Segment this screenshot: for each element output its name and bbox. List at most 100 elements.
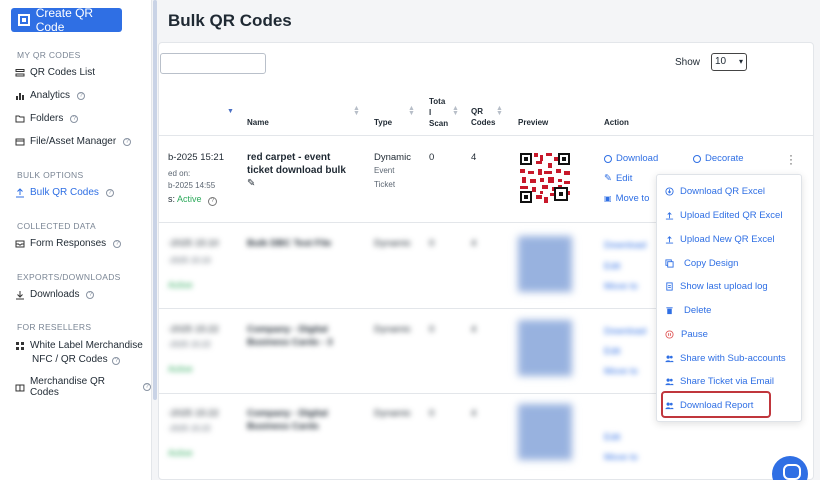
qr-codes-count: 4 xyxy=(471,238,477,249)
menu-item-label: Share Ticket via Email xyxy=(680,376,774,387)
menu-item-share-ticket-via-email[interactable]: Share Ticket via Email xyxy=(665,376,774,387)
sidebar-item-analytics[interactable]: Analytics ? xyxy=(15,90,86,101)
qr-preview-image xyxy=(518,236,572,292)
menu-item-copy-design[interactable]: Copy Design xyxy=(665,258,738,269)
sidebar-scrollbar[interactable] xyxy=(153,0,157,400)
qr-preview-image[interactable] xyxy=(518,151,572,205)
column-header-name[interactable]: Name xyxy=(247,118,269,127)
edit-button[interactable]: ✎ Edit xyxy=(604,173,632,184)
name-line: ticket download bulk xyxy=(247,165,346,176)
upload-icon xyxy=(665,212,674,220)
menu-item-show-last-upload-log[interactable]: Show last upload log xyxy=(665,281,768,292)
row-divider xyxy=(158,222,658,223)
menu-item-share-with-sub-accounts[interactable]: Share with Sub-accounts xyxy=(665,353,786,364)
folder-move-icon: ▣ xyxy=(604,194,612,203)
sidebar-item-white-label-merchandise[interactable]: White Label Merchandise NFC / QR Codes ? xyxy=(15,339,143,367)
total-scan-value: 0 xyxy=(429,152,435,163)
row-name[interactable]: Company - Digital xyxy=(247,324,328,335)
sidebar-item-bulk-qr-codes[interactable]: Bulk QR Codes ? xyxy=(15,187,114,198)
move-to-label: Move to xyxy=(615,193,650,204)
sidebar-item-form-responses[interactable]: Form Responses ? xyxy=(15,238,122,249)
search-input[interactable] xyxy=(160,53,266,74)
help-icon[interactable]: ? xyxy=(77,91,86,100)
more-options-icon[interactable]: · · · xyxy=(789,149,793,169)
row-date: -2025 15:10 xyxy=(168,238,219,249)
edit-button: Edit xyxy=(604,432,621,443)
download-button[interactable]: Download xyxy=(604,153,658,164)
help-icon[interactable]: ? xyxy=(86,290,95,299)
menu-item-label: Delete xyxy=(684,305,712,316)
row-name-line2: Business Cards xyxy=(247,421,319,432)
qr-codes-count: 4 xyxy=(471,324,477,335)
sort-icon[interactable]: ▲ ▼ xyxy=(452,105,459,117)
sort-icon[interactable]: ▲ ▼ xyxy=(496,105,503,117)
column-header-preview: Preview xyxy=(518,118,549,127)
show-label: Show xyxy=(675,57,701,68)
status-badge: Active xyxy=(168,448,193,458)
column-header-total-scan[interactable]: Tota l Scan xyxy=(429,96,448,129)
sidebar-item-label: Merchandise QR Codes xyxy=(29,376,105,398)
move-to-button[interactable]: ▣ Move to xyxy=(604,193,649,204)
help-icon[interactable]: ? xyxy=(123,137,132,146)
sort-icon[interactable]: ▲ ▼ xyxy=(408,105,415,117)
section-bulk-options: BULK OPTIONS xyxy=(17,170,84,180)
help-icon[interactable]: ? xyxy=(113,239,122,248)
users-icon xyxy=(665,355,674,363)
type-main: Dynamic xyxy=(374,408,411,419)
sort-icon[interactable]: ▲ ▼ xyxy=(353,105,360,117)
menu-item-label: Pause xyxy=(681,329,708,340)
download-icon xyxy=(665,187,674,196)
row-divider xyxy=(158,393,658,394)
section-my-qr-codes: MY QR CODES xyxy=(17,50,81,60)
download-button: Download xyxy=(604,326,647,337)
section-for-resellers: FOR RESELLERS xyxy=(17,322,92,332)
help-icon[interactable]: ? xyxy=(70,114,79,123)
menu-item-label: Share with Sub-accounts xyxy=(680,353,786,364)
page-size-select[interactable]: 10 ▾ xyxy=(711,53,747,71)
row-name[interactable]: red carpet - event ticket download bulk … xyxy=(247,151,346,190)
sidebar-item-merchandise-qr-codes[interactable]: Merchandise QR Codes ? xyxy=(15,376,151,398)
created-label: ed on: xyxy=(168,169,191,178)
edit-button: Edit xyxy=(604,346,621,357)
menu-item-label: Upload Edited QR Excel xyxy=(680,210,783,221)
sidebar-item-label: Bulk QR Codes xyxy=(30,187,99,198)
pencil-icon[interactable]: ✎ xyxy=(247,178,255,189)
help-icon[interactable]: ? xyxy=(105,188,114,197)
sidebar-item-downloads[interactable]: Downloads ? xyxy=(15,289,95,300)
palette-icon xyxy=(693,154,701,163)
row-name[interactable]: Company - Digital xyxy=(247,408,328,419)
sort-desc-icon[interactable]: ▼ xyxy=(227,108,234,115)
created-value: b-2025 14:55 xyxy=(168,181,216,190)
qr-preview-image xyxy=(518,320,572,376)
total-scan-value: 0 xyxy=(429,408,435,419)
pencil-icon: ✎ xyxy=(604,173,612,184)
column-header-qr-codes[interactable]: QR Codes xyxy=(471,106,495,128)
menu-item-pause[interactable]: Pause xyxy=(665,329,708,340)
column-header-type[interactable]: Type xyxy=(374,118,392,127)
create-qr-code-button[interactable]: Create QR Code xyxy=(11,6,122,34)
copy-icon xyxy=(665,259,674,268)
menu-item-label: Upload New QR Excel xyxy=(680,234,775,245)
status-label: s: xyxy=(168,194,176,204)
sidebar-item-file-asset-manager[interactable]: File/Asset Manager ? xyxy=(15,136,132,147)
sidebar-item-label: Folders xyxy=(30,113,64,124)
menu-item-label: Download QR Excel xyxy=(680,186,766,197)
sidebar-item-qr-codes-list[interactable]: QR Codes List xyxy=(15,67,95,78)
menu-item-delete[interactable]: Delete xyxy=(665,305,711,316)
download-button: Download xyxy=(604,240,647,251)
inbox-icon xyxy=(15,240,25,247)
help-icon[interactable]: ? xyxy=(143,383,151,391)
trash-icon xyxy=(666,307,673,315)
upload-icon xyxy=(665,236,674,244)
header-text: Scan xyxy=(429,119,449,128)
menu-item-upload-edited-qr-excel[interactable]: Upload Edited QR Excel xyxy=(665,210,782,221)
help-icon[interactable]: ? xyxy=(112,357,121,365)
help-icon[interactable]: ? xyxy=(208,197,218,206)
decorate-button[interactable]: Decorate xyxy=(693,153,744,164)
action-dropdown-menu: Download QR Excel Upload Edited QR Excel… xyxy=(656,174,802,422)
menu-item-download-qr-excel[interactable]: Download QR Excel xyxy=(665,186,765,197)
menu-item-upload-new-qr-excel[interactable]: Upload New QR Excel xyxy=(665,234,775,245)
row-name[interactable]: Bulk DBC Test File xyxy=(247,238,331,249)
header-text: Codes xyxy=(471,118,496,127)
sidebar-item-folders[interactable]: Folders ? xyxy=(15,113,79,124)
